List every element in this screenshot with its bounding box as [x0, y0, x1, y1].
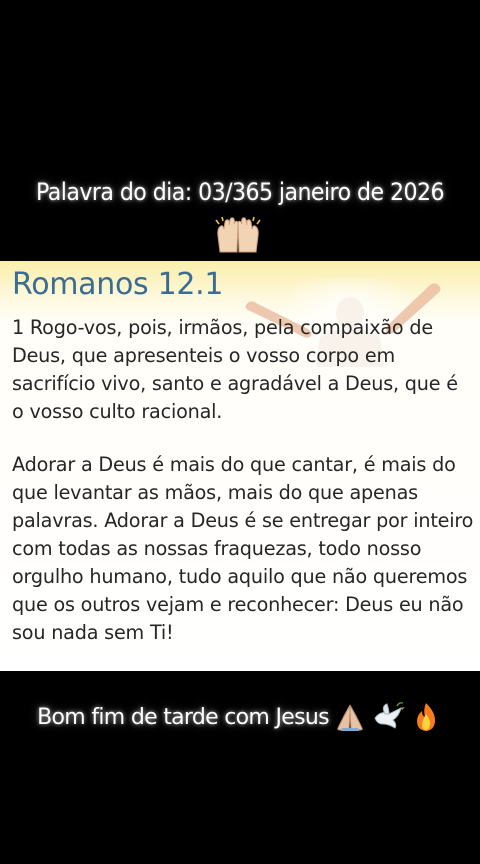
verse-text: 1 Rogo-vos, pois, irmãos, pela compaixão… [12, 316, 458, 423]
verse-reference: Romanos 12.1 [12, 267, 224, 302]
dove-icon [374, 702, 405, 729]
top-caption: Palavra do dia: 03/365 janeiro de 2026 [36, 178, 444, 206]
verse-card: Romanos 12.1 1 Rogo-vos, pois, irmãos, p… [0, 261, 480, 671]
story-screen: Palavra do dia: 03/365 janeiro de 2026 R… [0, 0, 480, 864]
bottom-caption: Bom fim de tarde com Jesus [0, 700, 480, 734]
reflection-text: Adorar a Deus é mais do que cantar, é ma… [12, 453, 474, 644]
praying-hands-icon [337, 704, 363, 731]
raising-hands-icon [215, 216, 261, 253]
fire-icon [416, 703, 435, 731]
bottom-caption-text: Bom fim de tarde com Jesus [37, 704, 329, 730]
